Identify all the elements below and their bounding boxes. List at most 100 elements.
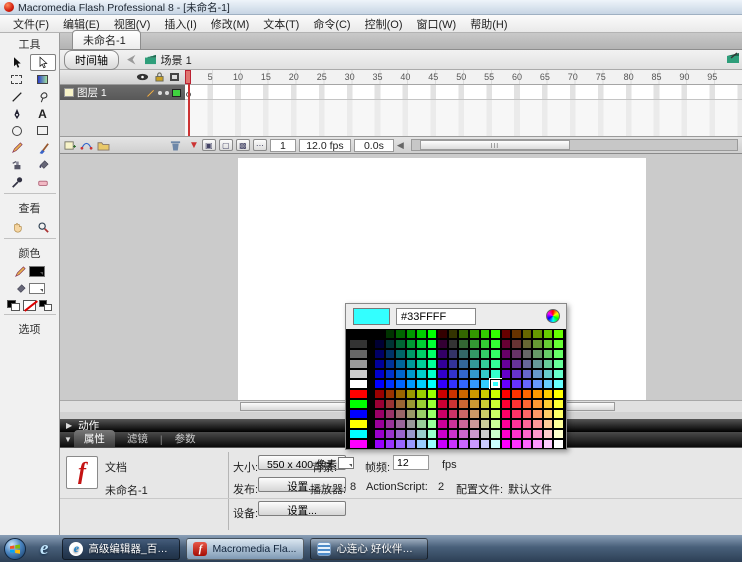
palette-swatch[interactable] bbox=[553, 349, 564, 359]
palette-swatch[interactable] bbox=[395, 409, 406, 419]
outline-layers-icon[interactable] bbox=[170, 73, 179, 81]
palette-swatch[interactable] bbox=[468, 419, 480, 429]
palette-swatch[interactable] bbox=[416, 359, 427, 369]
palette-swatch[interactable] bbox=[384, 329, 396, 339]
expand-arrow-icon[interactable]: ▼ bbox=[64, 435, 72, 444]
palette-swatch[interactable] bbox=[500, 359, 512, 369]
taskbar-button-flash[interactable]: f Macromedia Fla... bbox=[186, 537, 305, 560]
palette-swatch[interactable] bbox=[479, 409, 491, 419]
palette-swatch[interactable] bbox=[437, 399, 448, 409]
palette-swatch[interactable] bbox=[468, 379, 480, 389]
palette-swatch[interactable] bbox=[521, 339, 533, 349]
palette-swatch[interactable] bbox=[374, 389, 385, 399]
palette-swatch[interactable] bbox=[437, 379, 448, 389]
palette-swatch[interactable] bbox=[532, 349, 543, 359]
palette-swatch[interactable] bbox=[395, 379, 406, 389]
palette-swatch[interactable] bbox=[521, 369, 533, 379]
palette-swatch[interactable] bbox=[374, 369, 385, 379]
palette-swatch[interactable] bbox=[426, 359, 438, 369]
layer-lock-dot[interactable] bbox=[165, 90, 169, 95]
palette-swatch[interactable] bbox=[447, 419, 459, 429]
palette-base-swatch[interactable] bbox=[349, 349, 368, 359]
tab-properties[interactable]: 属性 bbox=[73, 430, 115, 447]
palette-swatch[interactable] bbox=[405, 409, 417, 419]
palette-swatch[interactable] bbox=[395, 349, 406, 359]
palette-swatch[interactable] bbox=[511, 349, 522, 359]
palette-base-swatch[interactable] bbox=[349, 429, 368, 439]
palette-swatch[interactable] bbox=[426, 439, 438, 449]
line-tool-icon[interactable] bbox=[4, 88, 30, 105]
palette-swatch[interactable] bbox=[426, 389, 438, 399]
palette-swatch[interactable] bbox=[458, 349, 469, 359]
palette-swatch[interactable] bbox=[447, 339, 459, 349]
palette-swatch[interactable] bbox=[384, 409, 396, 419]
palette-swatch[interactable] bbox=[384, 429, 396, 439]
palette-swatch[interactable] bbox=[447, 399, 459, 409]
palette-swatch[interactable] bbox=[542, 419, 554, 429]
palette-swatch[interactable] bbox=[437, 429, 448, 439]
menu-item-3[interactable]: 插入(I) bbox=[157, 14, 203, 34]
tab-filters[interactable]: 滤镜 bbox=[117, 430, 158, 447]
palette-swatch[interactable] bbox=[374, 329, 385, 339]
palette-base-swatch[interactable] bbox=[349, 339, 368, 349]
palette-swatch[interactable] bbox=[447, 439, 459, 449]
palette-swatch[interactable] bbox=[437, 419, 448, 429]
no-color-button[interactable] bbox=[23, 300, 36, 311]
hex-color-input[interactable] bbox=[396, 308, 476, 325]
menu-item-6[interactable]: 命令(C) bbox=[306, 14, 357, 34]
palette-swatch[interactable] bbox=[532, 439, 543, 449]
palette-swatch[interactable] bbox=[447, 359, 459, 369]
palette-swatch[interactable] bbox=[490, 369, 501, 379]
palette-swatch[interactable] bbox=[553, 419, 564, 429]
palette-swatch[interactable] bbox=[374, 359, 385, 369]
palette-swatch[interactable] bbox=[426, 379, 438, 389]
oval-tool-icon[interactable] bbox=[4, 122, 30, 139]
palette-swatch[interactable] bbox=[426, 429, 438, 439]
palette-swatch-selected[interactable] bbox=[490, 379, 501, 389]
palette-swatch[interactable] bbox=[405, 389, 417, 399]
palette-swatch[interactable] bbox=[500, 329, 512, 339]
scroll-left-arrow[interactable]: ◀ bbox=[397, 140, 404, 151]
palette-base-swatch[interactable] bbox=[349, 439, 368, 449]
frame-rate-readout[interactable]: 12.0 fps bbox=[298, 138, 351, 152]
lasso-tool-icon[interactable] bbox=[30, 88, 56, 105]
palette-swatch[interactable] bbox=[437, 389, 448, 399]
palette-swatch[interactable] bbox=[384, 379, 396, 389]
palette-swatch[interactable] bbox=[416, 379, 427, 389]
pencil-tool-icon[interactable] bbox=[4, 139, 30, 156]
palette-swatch[interactable] bbox=[426, 409, 438, 419]
menu-item-9[interactable]: 帮助(H) bbox=[463, 14, 514, 34]
palette-swatch[interactable] bbox=[374, 439, 385, 449]
palette-swatch[interactable] bbox=[426, 369, 438, 379]
palette-swatch[interactable] bbox=[521, 419, 533, 429]
palette-swatch[interactable] bbox=[542, 409, 554, 419]
palette-swatch[interactable] bbox=[458, 419, 469, 429]
insert-layer-button[interactable] bbox=[64, 140, 76, 151]
palette-base-swatch[interactable] bbox=[349, 379, 368, 389]
palette-swatch[interactable] bbox=[384, 439, 396, 449]
palette-swatch[interactable] bbox=[405, 429, 417, 439]
palette-swatch[interactable] bbox=[511, 339, 522, 349]
palette-swatch[interactable] bbox=[416, 409, 427, 419]
palette-swatch[interactable] bbox=[511, 389, 522, 399]
palette-swatch[interactable] bbox=[395, 399, 406, 409]
palette-swatch[interactable] bbox=[468, 369, 480, 379]
palette-swatch[interactable] bbox=[532, 339, 543, 349]
device-settings-button[interactable]: 设置... bbox=[258, 501, 346, 517]
palette-swatch[interactable] bbox=[395, 429, 406, 439]
brush-tool-icon[interactable] bbox=[30, 139, 56, 156]
default-colors-button[interactable] bbox=[7, 300, 20, 311]
palette-swatch[interactable] bbox=[416, 419, 427, 429]
eraser-tool-icon[interactable] bbox=[30, 173, 56, 190]
palette-swatch[interactable] bbox=[416, 329, 427, 339]
menu-item-5[interactable]: 文本(T) bbox=[256, 14, 306, 34]
edit-scene-button[interactable] bbox=[726, 52, 740, 64]
layer-visibility-dot[interactable] bbox=[158, 90, 162, 95]
free-transform-tool-icon[interactable] bbox=[4, 71, 30, 88]
palette-swatch[interactable] bbox=[405, 329, 417, 339]
palette-swatch[interactable] bbox=[553, 429, 564, 439]
palette-swatch[interactable] bbox=[500, 439, 512, 449]
menu-item-7[interactable]: 控制(O) bbox=[358, 14, 410, 34]
palette-swatch[interactable] bbox=[468, 399, 480, 409]
palette-swatch[interactable] bbox=[500, 429, 512, 439]
